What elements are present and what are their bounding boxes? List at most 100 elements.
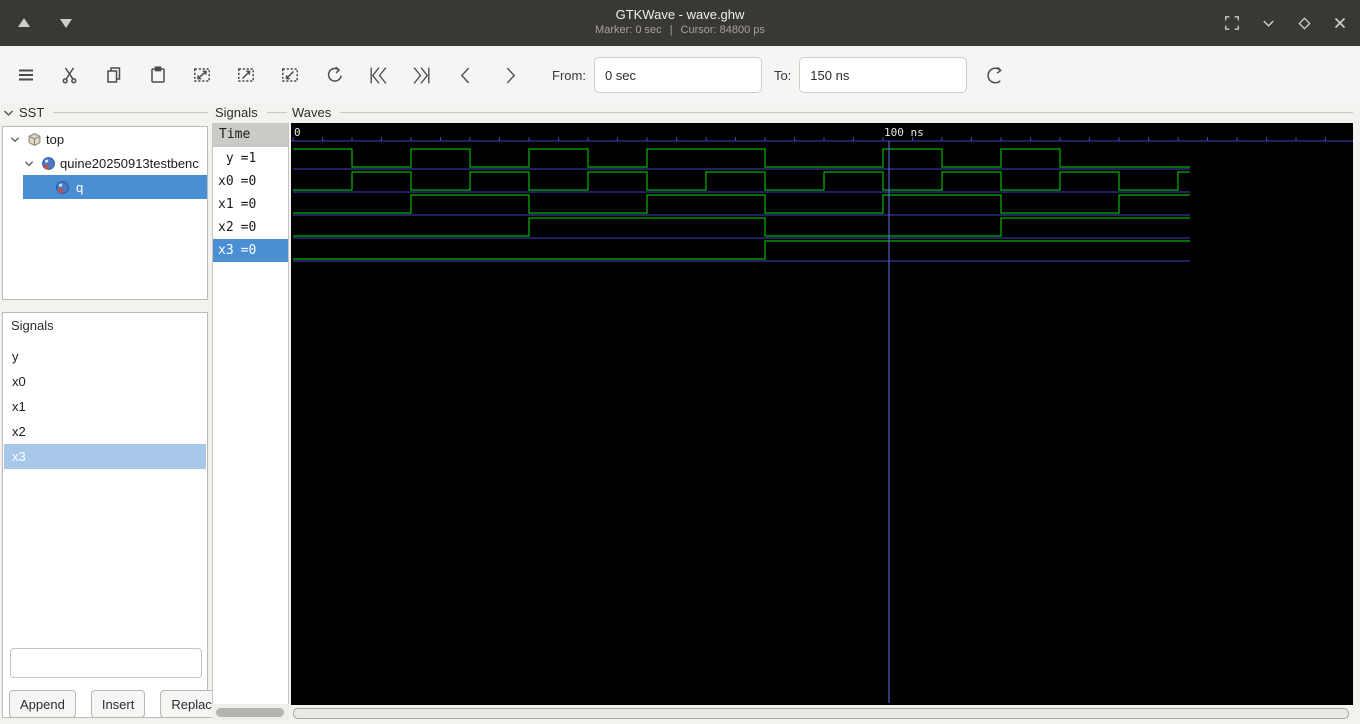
- waves-panel-title: Waves: [292, 105, 332, 120]
- cut-button[interactable]: [56, 57, 84, 93]
- fullscreen-button[interactable]: [1218, 10, 1246, 36]
- list-item-x0[interactable]: x0: [4, 369, 206, 394]
- tree-row-testbench[interactable]: quine20250913testbenc: [3, 151, 207, 175]
- marker-cursor-status: Marker: 0 sec | Cursor: 84800 ps: [0, 24, 1360, 36]
- collapse-chevron-icon[interactable]: [3, 108, 14, 118]
- next-edge-button[interactable]: [496, 57, 524, 93]
- tree-row-top[interactable]: top: [3, 127, 207, 151]
- prev-edge-button[interactable]: [452, 57, 480, 93]
- frame-line: [266, 112, 287, 113]
- cursor-status: Cursor: 84800 ps: [680, 24, 765, 36]
- gtkwave-window: GTKWave - wave.ghw Marker: 0 sec | Cursor:…: [0, 0, 1360, 724]
- copy-button[interactable]: [100, 57, 128, 93]
- sst-title: SST: [19, 105, 45, 120]
- name-row-x3[interactable]: x3 =0: [213, 239, 288, 262]
- name-row-y[interactable]: y =1: [213, 147, 288, 170]
- tree-row-q[interactable]: q: [23, 175, 207, 199]
- list-item-x2[interactable]: x2: [4, 419, 206, 444]
- names-hscrollbar[interactable]: [212, 704, 289, 720]
- skip-to-end-icon: [413, 66, 430, 84]
- maximize-button[interactable]: [1290, 10, 1318, 36]
- shift-up-button[interactable]: [10, 10, 38, 36]
- close-icon: [1334, 17, 1346, 29]
- module-box-icon: [28, 132, 41, 146]
- scrollbar-thumb[interactable]: [293, 708, 1349, 719]
- triangle-up-icon: [18, 18, 30, 27]
- search-icon: [18, 662, 19, 664]
- reload-button[interactable]: [981, 57, 1009, 93]
- shift-down-button[interactable]: [52, 10, 80, 36]
- name-row-x2[interactable]: x2 =0: [213, 216, 288, 239]
- zoom-in-button[interactable]: [232, 57, 260, 93]
- close-button[interactable]: [1326, 10, 1354, 36]
- toolbar: From: To:: [0, 46, 1360, 104]
- list-item-y[interactable]: y: [4, 344, 206, 369]
- marker-status: Marker: 0 sec: [595, 24, 662, 36]
- scissors-icon: [62, 67, 77, 84]
- zoom-fit-icon: [194, 68, 210, 82]
- signal-list-panel: Signals y x0 x1 x2 x3 Append Insert Repl…: [2, 312, 231, 718]
- tree-item-label: top: [46, 131, 65, 147]
- sst-tree: top quine20250913testbenc q: [2, 126, 208, 300]
- to-input[interactable]: [799, 57, 968, 93]
- chevron-right-icon: [506, 67, 516, 83]
- component-globe-icon: [42, 156, 55, 170]
- component-globe-icon: [56, 180, 69, 194]
- expander-icon[interactable]: [9, 133, 21, 145]
- to-label: To:: [773, 67, 792, 83]
- triangle-down-icon: [60, 19, 72, 28]
- titlebar: GTKWave - wave.ghw Marker: 0 sec | Cursor:…: [0, 0, 1360, 46]
- insert-button[interactable]: Insert: [90, 690, 146, 718]
- list-item-x3[interactable]: x3: [4, 444, 206, 469]
- hamburger-menu-icon: [19, 69, 33, 81]
- list-item-x1[interactable]: x1: [4, 394, 206, 419]
- signal-list-title: Signals: [11, 318, 54, 333]
- waves-hscrollbar[interactable]: [291, 706, 1353, 722]
- diamond-icon: [1297, 16, 1311, 30]
- scrollbar-thumb[interactable]: [216, 708, 284, 717]
- time-header[interactable]: Time: [213, 123, 288, 147]
- zoom-fit-button[interactable]: [188, 57, 216, 93]
- window-title: GTKWave - wave.ghw: [615, 7, 745, 22]
- names-frame-label: Signals: [215, 105, 287, 120]
- copy-icon: [107, 67, 121, 83]
- wave-display[interactable]: 0 100 ns: [291, 123, 1353, 705]
- from-input[interactable]: [593, 57, 762, 93]
- zoom-out-icon: [282, 68, 298, 82]
- sst-frame-label: SST: [3, 105, 208, 120]
- expander-icon[interactable]: [23, 157, 35, 169]
- signal-names-panel: Time y =1 x0 =0 x1 =0 x2 =0 x3 =0: [212, 123, 289, 704]
- zoom-undo-button[interactable]: [320, 57, 348, 93]
- name-row-x1[interactable]: x1 =0: [213, 193, 288, 216]
- signal-list: y x0 x1 x2 x3: [4, 344, 206, 469]
- to-end-button[interactable]: [408, 57, 436, 93]
- status-separator: |: [669, 24, 673, 36]
- menu-button[interactable]: [12, 57, 40, 93]
- frame-line: [340, 112, 1353, 113]
- wave-canvas[interactable]: 0 100 ns: [291, 123, 1353, 705]
- skip-to-start-icon: [370, 66, 387, 84]
- zoom-out-button[interactable]: [276, 57, 304, 93]
- shade-button[interactable]: [1254, 10, 1282, 36]
- append-button[interactable]: Append: [9, 690, 76, 718]
- signal-search: [10, 648, 202, 678]
- name-row-x0[interactable]: x0 =0: [213, 170, 288, 193]
- reload-icon: [987, 66, 1003, 83]
- paste-button[interactable]: [144, 57, 172, 93]
- frame-line: [53, 112, 208, 113]
- undo-arrow-icon: [327, 66, 342, 82]
- paste-icon: [151, 66, 165, 83]
- waves-frame-label: Waves: [292, 105, 1353, 120]
- to-start-button[interactable]: [364, 57, 392, 93]
- chevron-left-icon: [460, 67, 470, 83]
- fullscreen-icon: [1225, 16, 1239, 30]
- names-panel-title: Signals: [215, 105, 258, 120]
- tree-item-label: q: [76, 179, 84, 195]
- chevron-down-icon: [1262, 20, 1274, 27]
- from-label: From:: [552, 67, 586, 83]
- svg-text:100 ns: 100 ns: [884, 126, 924, 139]
- search-input[interactable]: [25, 650, 201, 676]
- svg-text:0: 0: [294, 126, 301, 139]
- tree-item-label: quine20250913testbenc: [60, 155, 199, 171]
- zoom-in-icon: [238, 68, 254, 82]
